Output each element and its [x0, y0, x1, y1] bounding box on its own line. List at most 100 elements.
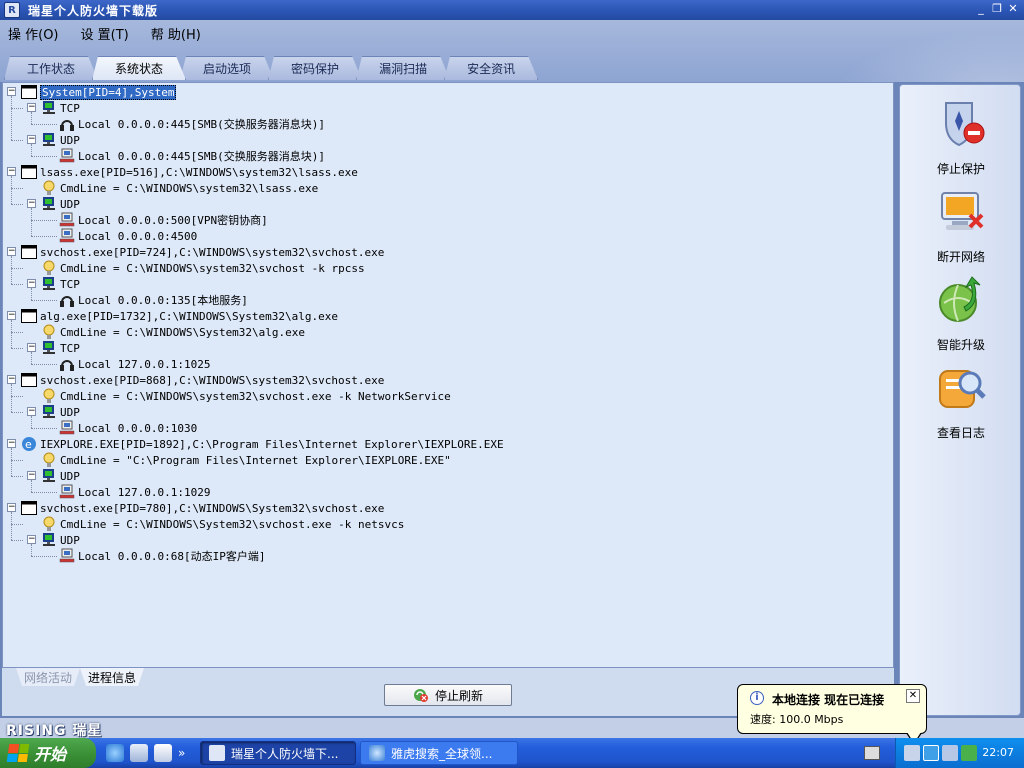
collapse-toggle[interactable]: − [7, 247, 16, 256]
tab-system-status[interactable]: 系统状态 [92, 56, 186, 80]
process-node[interactable]: lsass.exe[PID=516],C:\WINDOWS\system32\l… [21, 164, 358, 180]
collapse-toggle[interactable]: − [27, 135, 36, 144]
tab-vulnerability-scan[interactable]: 漏洞扫描 [356, 56, 450, 80]
protocol-node[interactable]: UDP [41, 132, 80, 148]
disconnect-network-action[interactable]: 断开网络 [900, 185, 1022, 265]
restore-button[interactable]: ❐ [990, 2, 1004, 16]
port-node[interactable]: Local 0.0.0.0:1030 [59, 420, 197, 436]
collapse-toggle[interactable]: − [27, 343, 36, 352]
collapse-toggle[interactable]: − [27, 199, 36, 208]
collapse-toggle[interactable]: − [7, 375, 16, 384]
start-button[interactable]: 开始 [0, 738, 96, 768]
port-node[interactable]: Local 0.0.0.0:4500 [59, 228, 197, 244]
tab-process-info[interactable]: 进程信息 [80, 668, 144, 686]
node-text: Local 0.0.0.0:1030 [78, 421, 198, 435]
node-text: CmdLine = C:\WINDOWS\system32\svchost.ex… [60, 389, 451, 403]
node-text: CmdLine = "C:\Program Files\Internet Exp… [60, 453, 451, 467]
collapse-toggle[interactable]: − [7, 87, 16, 96]
firewall-tray-icon[interactable] [923, 745, 939, 761]
process-node[interactable]: svchost.exe[PID=780],C:\WINDOWS\System32… [21, 500, 384, 516]
tab-network-activity[interactable]: 网络活动 [16, 668, 80, 686]
process-node[interactable]: alg.exe[PID=1732],C:\WINDOWS\System32\al… [21, 308, 338, 324]
bulb-icon [41, 452, 57, 468]
collapse-toggle[interactable]: − [7, 439, 16, 448]
network-icon [41, 132, 57, 148]
protocol-node[interactable]: UDP [41, 532, 80, 548]
media-quicklaunch-icon[interactable] [154, 744, 172, 762]
tab-startup-options[interactable]: 启动选项 [180, 56, 274, 80]
stop-refresh-button[interactable]: 停止刷新 [384, 684, 512, 706]
process-node[interactable]: e IEXPLORE.EXE[PID=1892],C:\Program Files… [21, 436, 504, 452]
protocol-node[interactable]: TCP [41, 276, 80, 292]
view-log-label: 查看日志 [936, 426, 985, 440]
collapse-toggle[interactable]: − [27, 407, 36, 416]
ie-quicklaunch-icon[interactable] [106, 744, 124, 762]
menu-operate[interactable]: 操 作(O) [8, 24, 59, 43]
smart-upgrade-action[interactable]: 智能升级 [900, 273, 1022, 353]
bulb-icon [41, 388, 57, 404]
node-text: Local 0.0.0.0:68[动态IP客户端] [78, 550, 266, 563]
process-node[interactable]: svchost.exe[PID=724],C:\WINDOWS\system32… [21, 244, 384, 260]
menu-help[interactable]: 帮 助(H) [151, 24, 201, 43]
process-node[interactable]: System[PID=4],System [21, 84, 177, 100]
balloon-close-button[interactable]: ✕ [906, 689, 920, 703]
protocol-node[interactable]: CmdLine = C:\WINDOWS\system32\lsass.exe [41, 180, 318, 196]
protocol-node[interactable]: CmdLine = C:\WINDOWS\system32\svchost -k… [41, 260, 365, 276]
protocol-node[interactable]: TCP [41, 340, 80, 356]
tab-password-protection[interactable]: 密码保护 [268, 56, 362, 80]
protocol-node[interactable]: UDP [41, 196, 80, 212]
protocol-node[interactable]: CmdLine = C:\WINDOWS\system32\svchost.ex… [41, 388, 451, 404]
taskbar-item-firewall[interactable]: 瑞星个人防火墙下... [200, 741, 356, 765]
collapse-toggle[interactable]: − [7, 503, 16, 512]
collapse-toggle[interactable]: − [27, 279, 36, 288]
protocol-node[interactable]: CmdLine = C:\WINDOWS\System32\alg.exe [41, 324, 305, 340]
disconnect-network-label: 断开网络 [936, 250, 985, 264]
bulb-icon [41, 324, 57, 340]
protocol-node[interactable]: UDP [41, 404, 80, 420]
network-tray-icon[interactable] [904, 745, 920, 761]
protocol-node[interactable]: UDP [41, 468, 80, 484]
quicklaunch-chevron[interactable]: » [178, 746, 185, 760]
port-node[interactable]: Local 127.0.0.1:1025 [59, 356, 210, 372]
view-log-action[interactable]: 查看日志 [900, 361, 1022, 441]
node-text: CmdLine = C:\WINDOWS\system32\lsass.exe [60, 181, 319, 195]
desktop-quicklaunch-icon[interactable] [130, 744, 148, 762]
network-icon [41, 196, 57, 212]
close-button[interactable]: ✕ [1006, 2, 1020, 16]
port-node[interactable]: Local 0.0.0.0:68[动态IP客户端] [59, 548, 265, 564]
port-node[interactable]: Local 0.0.0.0:445[SMB(交换服务器消息块)] [59, 148, 325, 164]
action-panel: 停止保护 断开网络 智能升级 查看日志 [899, 84, 1021, 716]
collapse-toggle[interactable]: − [7, 311, 16, 320]
tab-security-news[interactable]: 安全资讯 [444, 56, 538, 80]
network2-tray-icon[interactable] [942, 745, 958, 761]
network-connected-balloon[interactable]: i 本地连接 现在已连接 ✕ 速度: 100.0 Mbps [737, 684, 927, 745]
stop-protection-label: 停止保护 [936, 162, 985, 176]
port-node[interactable]: Local 0.0.0.0:500[VPN密钥协商] [59, 212, 268, 228]
taskbar-item-yahoo[interactable]: 雅虎搜索_全球领... [360, 741, 518, 765]
menu-bar: 操 作(O) 设 置(T) 帮 助(H) [8, 24, 201, 43]
shield-tray-icon[interactable] [961, 745, 977, 761]
stop-protection-action[interactable]: 停止保护 [900, 97, 1022, 177]
collapse-toggle[interactable]: − [27, 103, 36, 112]
keyboard-icon[interactable] [864, 746, 880, 760]
port-node[interactable]: Local 0.0.0.0:135[本地服务] [59, 292, 248, 308]
port-node[interactable]: Local 127.0.0.1:1029 [59, 484, 210, 500]
protocol-node[interactable]: CmdLine = "C:\Program Files\Internet Exp… [41, 452, 451, 468]
collapse-toggle[interactable]: − [7, 167, 16, 176]
minimize-button[interactable]: _ [974, 2, 988, 16]
tab-work-status[interactable]: 工作状态 [4, 56, 98, 80]
window-icon [21, 164, 37, 180]
protocol-node[interactable]: CmdLine = C:\WINDOWS\System32\svchost.ex… [41, 516, 404, 532]
port-node[interactable]: Local 0.0.0.0:445[SMB(交换服务器消息块)] [59, 116, 325, 132]
collapse-toggle[interactable]: − [27, 471, 36, 480]
balloon-body: 速度: 100.0 Mbps [750, 713, 844, 726]
process-node[interactable]: svchost.exe[PID=868],C:\WINDOWS\system32… [21, 372, 384, 388]
collapse-toggle[interactable]: − [27, 535, 36, 544]
process-network-tree[interactable]: − − − − − − − − − − − − − − − System[PID=4],System TCP L… [2, 82, 894, 668]
menu-settings[interactable]: 设 置(T) [81, 24, 129, 43]
protocol-node[interactable]: TCP [41, 100, 80, 116]
bulb-icon [41, 180, 57, 196]
node-text: UDP [60, 405, 80, 419]
node-text: UDP [60, 533, 80, 547]
node-text: Local 127.0.0.1:1025 [78, 357, 211, 371]
